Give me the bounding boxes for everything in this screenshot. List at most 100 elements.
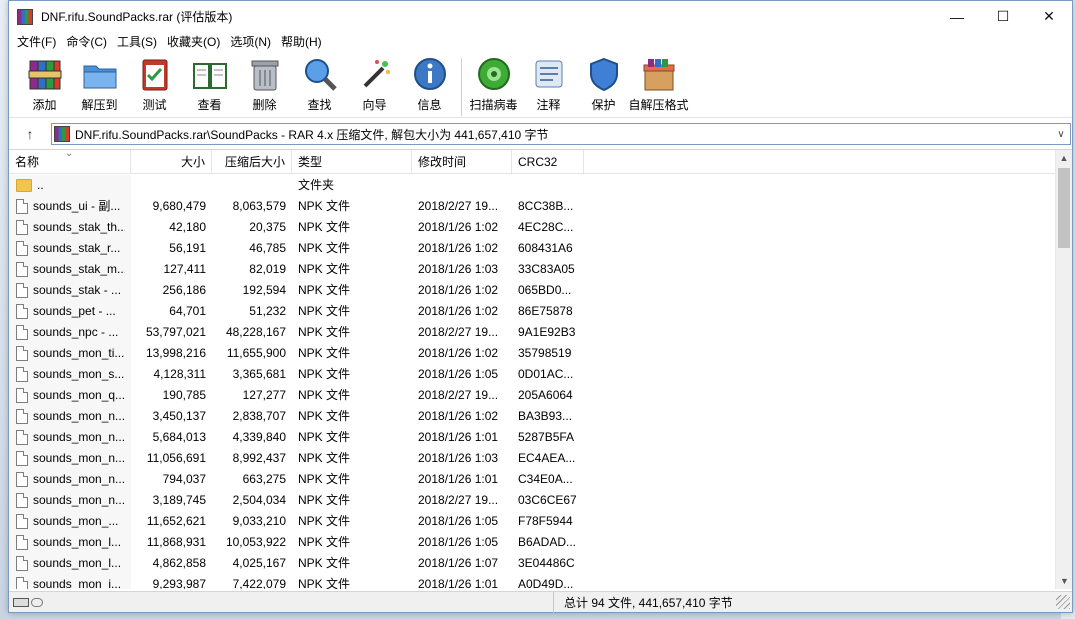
delete-button[interactable]: 删除 <box>237 54 292 113</box>
find-button[interactable]: 查找 <box>292 54 347 113</box>
test-button[interactable]: 测试 <box>127 54 182 113</box>
file-row[interactable]: sounds_mon_q... 190,785 127,277 NPK 文件 2018/… <box>9 385 1049 406</box>
cell-packed-size: 9,033,210 <box>232 514 286 528</box>
cell-size: 127,411 <box>163 262 207 276</box>
cell-modified: 2018/1/26 1:03 <box>418 262 499 276</box>
file-row[interactable]: sounds_pet - ... 64,701 51,232 NPK 文件 2018/1… <box>9 301 1049 322</box>
file-icon <box>16 220 28 235</box>
winrar-app-icon[interactable] <box>17 8 33 25</box>
file-row[interactable]: sounds_mon_n... 3,189,745 2,504,034 NPK 文件 2… <box>9 490 1049 511</box>
file-row[interactable]: sounds_mon_n... 3,450,137 2,838,707 NPK 文件 2… <box>9 406 1049 427</box>
cell-name: sounds_mon_l... <box>9 532 131 553</box>
file-row[interactable]: sounds_npc - ... 53,797,021 48,228,167 NPK … <box>9 322 1049 343</box>
parent-folder-row[interactable]: .. 文件夹 <box>9 175 1049 196</box>
vertical-scrollbar[interactable]: ▲ ▼ <box>1055 150 1072 589</box>
extract-to-button[interactable]: 解压到 <box>72 54 127 113</box>
cell-name: sounds_stak_r... <box>9 238 131 259</box>
file-name: sounds_pet - ... <box>33 304 116 318</box>
cell-crc32: 608431A6 <box>518 241 573 255</box>
file-name: sounds_stak_m... <box>33 262 125 276</box>
cell-type: NPK 文件 <box>298 388 351 402</box>
comment-button[interactable]: 注释 <box>521 54 576 113</box>
status-bar: 总计 94 文件, 441,657,410 字节 <box>9 591 1072 613</box>
cell-size: 190,785 <box>162 388 206 402</box>
file-row[interactable]: sounds_stak - ... 256,186 192,594 NPK 文件 201… <box>9 280 1049 301</box>
file-row[interactable]: sounds_mon_ti... 13,998,216 11,655,900 NPK … <box>9 343 1049 364</box>
menu-options[interactable]: 选项(N) <box>225 32 276 52</box>
cell-size: 9,680,479 <box>152 199 206 213</box>
close-button[interactable]: ✕ <box>1026 1 1072 32</box>
file-row[interactable]: sounds_mon_n... 5,684,013 4,339,840 NPK 文件 2… <box>9 427 1049 448</box>
cell-type: NPK 文件 <box>298 241 351 255</box>
resize-grip[interactable] <box>1056 595 1070 609</box>
cell-type: 文件夹 <box>298 178 335 192</box>
shield-icon <box>586 56 622 92</box>
scroll-down-icon[interactable]: ▼ <box>1056 573 1072 589</box>
sfx-button[interactable]: 自解压格式 <box>629 54 689 113</box>
key-icon[interactable] <box>31 597 43 607</box>
chevron-down-icon[interactable]: ∨ <box>1052 129 1070 140</box>
cell-type: NPK 文件 <box>298 535 351 549</box>
cell-packed-size: 192,594 <box>242 283 286 297</box>
file-row[interactable]: sounds_mon_... 11,652,621 9,033,210 NPK 文件 2… <box>9 511 1049 532</box>
menu-help[interactable]: 帮助(H) <box>276 32 327 52</box>
menu-tools[interactable]: 工具(S) <box>112 32 162 52</box>
column-header-size[interactable]: 大小 <box>131 150 212 174</box>
menu-file[interactable]: 文件(F) <box>12 32 61 52</box>
file-icon <box>16 472 28 487</box>
column-header-type[interactable]: 类型 <box>292 150 412 174</box>
cell-name: sounds_pet - ... <box>9 301 131 322</box>
path-combobox[interactable]: DNF.rifu.SoundPacks.rar\SoundPacks - RAR… <box>51 123 1071 145</box>
scan-virus-button[interactable]: 扫描病毒 <box>466 54 521 113</box>
cell-type: NPK 文件 <box>298 199 351 213</box>
cell-crc32: F78F5944 <box>518 514 573 528</box>
column-header-packed[interactable]: 压缩后大小 <box>212 150 292 174</box>
column-header-name[interactable]: 名称 ⌄ <box>9 150 131 174</box>
file-icon <box>16 430 28 445</box>
file-row[interactable]: sounds_mon_s... 4,128,311 3,365,681 NPK 文件 2… <box>9 364 1049 385</box>
up-folder-button[interactable]: ↑ <box>9 126 51 142</box>
cell-modified: 2018/1/26 1:05 <box>418 535 499 549</box>
file-row[interactable]: sounds_mon_l... 4,862,858 4,025,167 NPK 文件 2… <box>9 553 1049 574</box>
file-row[interactable]: sounds_mon_n... 794,037 663,275 NPK 文件 2018/… <box>9 469 1049 490</box>
file-row[interactable]: sounds_ui - 副... 9,680,479 8,063,579 NPK 文件… <box>9 196 1049 217</box>
scroll-thumb[interactable] <box>1058 168 1070 248</box>
maximize-button[interactable]: ☐ <box>980 1 1026 32</box>
cell-packed-size: 51,232 <box>249 304 286 318</box>
column-header-crc32[interactable]: CRC32 <box>512 150 584 174</box>
menu-commands[interactable]: 命令(C) <box>61 32 112 52</box>
file-icon <box>16 283 28 298</box>
cell-crc32: 4EC28C... <box>518 220 574 234</box>
cell-modified: 2018/2/27 19... <box>418 325 499 339</box>
cell-name: .. <box>9 175 131 196</box>
minimize-button[interactable]: — <box>934 1 980 32</box>
info-button[interactable]: 信息 <box>402 54 457 113</box>
cell-packed-size: 46,785 <box>249 241 286 255</box>
path-text: DNF.rifu.SoundPacks.rar\SoundPacks - RAR… <box>75 127 549 142</box>
scroll-up-icon[interactable]: ▲ <box>1056 150 1072 167</box>
file-name: sounds_stak_th... <box>33 220 125 234</box>
test-label: 测试 <box>142 98 167 112</box>
file-row[interactable]: sounds_mon_n... 11,056,691 8,992,437 NPK 文件… <box>9 448 1049 469</box>
drive-icon[interactable] <box>13 597 29 607</box>
file-icon <box>16 262 28 277</box>
file-row[interactable]: sounds_stak_r... 56,191 46,785 NPK 文件 2018/1… <box>9 238 1049 259</box>
column-header-modified[interactable]: 修改时间 <box>412 150 512 174</box>
cell-crc32: BA3B93... <box>518 409 573 423</box>
cell-modified: 2018/1/26 1:03 <box>418 451 499 465</box>
protect-button[interactable]: 保护 <box>576 54 631 113</box>
wizard-button[interactable]: 向导 <box>347 54 402 113</box>
cell-packed-size: 663,275 <box>242 472 286 486</box>
file-row[interactable]: sounds_mon_l... 11,868,931 10,053,922 NPK 文… <box>9 532 1049 553</box>
cell-crc32: A0D49D... <box>518 577 574 589</box>
file-row[interactable]: sounds_mon_i... 9,293,987 7,422,079 NPK 文件 2… <box>9 574 1049 589</box>
view-button[interactable]: 查看 <box>182 54 237 113</box>
file-row[interactable]: sounds_stak_th... 42,180 20,375 NPK 文件 2018/… <box>9 217 1049 238</box>
menu-favorites[interactable]: 收藏夹(O) <box>162 32 225 52</box>
add-label: 添加 <box>32 98 57 112</box>
add-button[interactable]: 添加 <box>17 54 72 113</box>
cell-type: NPK 文件 <box>298 304 351 318</box>
file-row[interactable]: sounds_stak_m... 127,411 82,019 NPK 文件 2018/… <box>9 259 1049 280</box>
cell-size: 4,862,858 <box>152 556 206 570</box>
cell-packed-size: 2,504,034 <box>232 493 286 507</box>
